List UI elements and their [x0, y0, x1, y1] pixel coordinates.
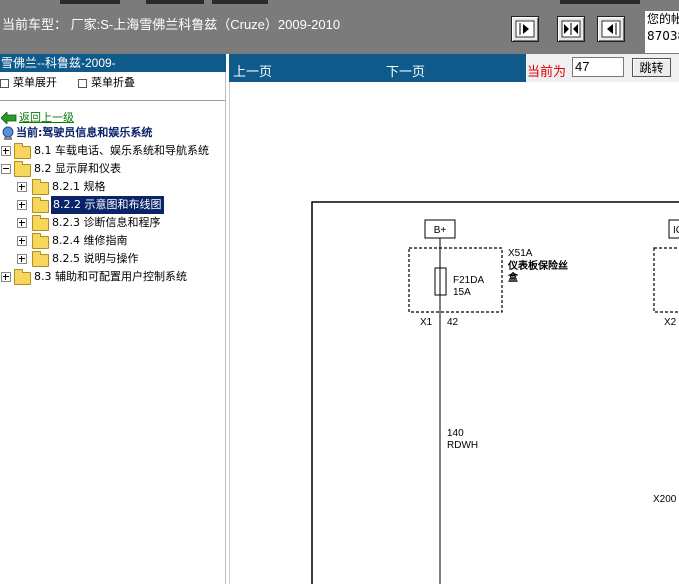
connector-x200: X200 — [653, 494, 677, 505]
header-tab-strip — [146, 0, 204, 4]
expand-toggle-icon[interactable] — [17, 200, 27, 210]
menu-controls: 菜单展开 菜单折叠 — [0, 74, 135, 90]
collapse-all-label: 菜单折叠 — [91, 76, 135, 89]
page-jump-group: 当前为 跳转 — [526, 54, 679, 82]
pin-number: 42 — [447, 317, 459, 328]
fuse-name: F21DA — [453, 275, 484, 286]
folder-icon — [32, 179, 49, 195]
next-page-link[interactable]: 下一页 — [386, 61, 425, 80]
connector-x2: X2 — [664, 317, 677, 328]
tree-item-label: 8.2.1 规格 — [52, 180, 106, 193]
nav-prev-button[interactable] — [597, 16, 625, 42]
tree-item-label: 8.2.2 示意图和布线图 — [51, 196, 164, 214]
play-left-icon — [601, 20, 621, 38]
current-section-label: 当前:驾驶员信息和娱乐系统 — [16, 126, 153, 139]
user-account-id: 87038 — [647, 29, 679, 43]
expand-all-label: 菜单展开 — [13, 76, 57, 89]
current-car-model: 当前车型： 厂家:S-上海雪佛兰科鲁兹（Cruze）2009-2010 — [2, 17, 341, 32]
wire-color: RDWH — [447, 440, 478, 451]
collapse-all-control[interactable]: 菜单折叠 — [78, 76, 135, 89]
folder-icon — [14, 269, 31, 285]
jump-button[interactable]: 跳转 — [632, 58, 671, 77]
header-tab-strip — [560, 0, 640, 4]
back-arrow-icon — [1, 112, 17, 124]
expand-toggle-icon[interactable] — [17, 254, 27, 264]
expand-toggle-icon[interactable] — [17, 236, 27, 246]
connector-x1: X1 — [420, 317, 433, 328]
bplus-label: B+ — [434, 225, 447, 236]
tree-item-label: 8.2.3 诊断信息和程序 — [52, 216, 161, 229]
header-tab-strip — [60, 0, 120, 4]
wiring-diagram: B+ X51A 仪表板保险丝 盒 F21DA 15A X1 42 140 RDW… — [311, 201, 679, 584]
globe-computer-icon — [2, 126, 14, 140]
tree-item-label: 8.2 显示屏和仪表 — [34, 162, 121, 175]
pager-bar: 上一页 下一页 当前为 跳转 — [229, 54, 679, 82]
navigation-panel: 雪佛兰--科鲁兹-2009- 菜单展开 菜单折叠 返回上一级 当前:驾驶员信息和… — [0, 54, 226, 584]
prev-page-link[interactable]: 上一页 — [233, 61, 272, 80]
folder-icon — [14, 143, 31, 159]
ig-label: IG — [673, 225, 679, 236]
fusebox-name-2: 盒 — [507, 271, 519, 284]
split-arrows-icon — [561, 20, 581, 38]
wiring-diagram-viewer: B+ X51A 仪表板保险丝 盒 F21DA 15A X1 42 140 RDW… — [229, 82, 679, 584]
fuse-block-2 — [653, 247, 679, 313]
fusebox-name: 仪表板保险丝 — [507, 259, 568, 272]
folder-open-icon — [14, 161, 31, 177]
expand-toggle-icon[interactable] — [1, 146, 11, 156]
nav-split-button[interactable] — [557, 16, 585, 42]
wire-gauge: 140 — [447, 428, 464, 439]
tree-item-label: 8.3 辅助和可配置用户控制系统 — [34, 270, 187, 283]
tree-item-label: 8.1 车载电话、娱乐系统和导航系统 — [34, 144, 209, 157]
folder-icon — [32, 215, 49, 231]
user-account-panel: 您的帐 87038 — [645, 11, 679, 53]
play-right-icon — [515, 20, 535, 38]
expand-icon — [0, 78, 9, 88]
page-number-input[interactable] — [572, 57, 624, 77]
header-tab-strip — [212, 0, 268, 4]
diagram-frame — [311, 201, 679, 584]
panel-title: 雪佛兰--科鲁兹-2009- — [0, 54, 226, 72]
folder-icon — [32, 233, 49, 249]
current-page-label: 当前为 — [527, 64, 567, 79]
nav-next-button[interactable] — [511, 16, 539, 42]
folder-icon — [32, 251, 49, 267]
folder-icon — [32, 197, 49, 213]
top-header: 当前车型： 厂家:S-上海雪佛兰科鲁兹（Cruze）2009-2010 您的帐 … — [0, 0, 679, 54]
expand-toggle-icon[interactable] — [17, 218, 27, 228]
fusebox-id: X51A — [508, 248, 533, 259]
expand-all-control[interactable]: 菜单展开 — [0, 76, 61, 89]
user-account-label: 您的帐 — [647, 12, 679, 26]
tree-item-label: 8.2.5 说明与操作 — [52, 252, 139, 265]
divider — [0, 100, 225, 101]
expand-toggle-icon[interactable] — [17, 182, 27, 192]
fuse-rating: 15A — [453, 287, 471, 298]
collapse-icon — [78, 78, 87, 88]
tree-item-label: 8.2.4 维修指南 — [52, 234, 128, 247]
collapse-toggle-icon[interactable] — [1, 164, 11, 174]
expand-toggle-icon[interactable] — [1, 272, 11, 282]
